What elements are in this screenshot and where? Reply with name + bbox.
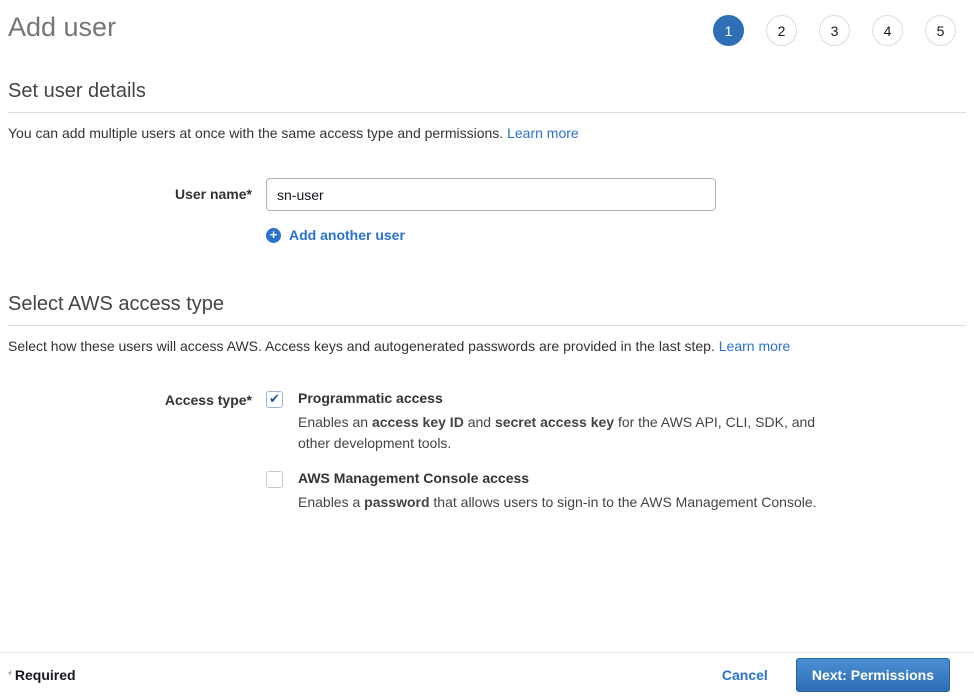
programmatic-access-title: Programmatic access (298, 390, 828, 407)
user-name-label: User name* (8, 178, 252, 211)
step-2-badge: 2 (766, 15, 797, 46)
desc-text: Enables a (298, 494, 364, 510)
learn-more-link-access[interactable]: Learn more (719, 338, 791, 354)
console-access-checkbox[interactable] (266, 471, 283, 488)
access-type-intro: Select how these users will access AWS. … (8, 338, 966, 354)
desc-bold: password (364, 494, 429, 510)
required-asterisk: * (8, 667, 11, 683)
user-name-input[interactable] (266, 178, 716, 211)
option-programmatic-access: Programmatic access Enables an access ke… (266, 390, 966, 454)
desc-text: Enables an (298, 414, 372, 430)
required-note: * Required (8, 667, 76, 683)
console-access-description: Enables a password that allows users to … (298, 492, 817, 513)
step-3-badge: 3 (819, 15, 850, 46)
cancel-button[interactable]: Cancel (722, 667, 768, 683)
desc-bold: secret access key (495, 414, 614, 430)
step-4-badge: 4 (872, 15, 903, 46)
access-type-label: Access type* (8, 390, 252, 513)
set-user-details-section: Set user details You can add multiple us… (8, 80, 966, 243)
programmatic-access-checkbox[interactable] (266, 391, 283, 408)
learn-more-link-users[interactable]: Learn more (507, 125, 579, 141)
user-details-intro-text: You can add multiple users at once with … (8, 125, 503, 141)
desc-text: that allows users to sign-in to the AWS … (430, 494, 817, 510)
access-type-section: Select AWS access type Select how these … (8, 293, 966, 513)
set-user-details-heading: Set user details (8, 80, 966, 113)
add-another-user-label: Add another user (289, 227, 405, 243)
plus-circle-icon (266, 228, 281, 243)
wizard-footer: * Required Cancel Next: Permissions (0, 652, 974, 697)
page-title: Add user (8, 11, 116, 43)
user-details-intro: You can add multiple users at once with … (8, 125, 966, 141)
desc-text: and (464, 414, 495, 430)
step-1-badge: 1 (713, 15, 744, 46)
access-type-heading: Select AWS access type (8, 293, 966, 326)
required-label: Required (15, 667, 76, 683)
console-access-title: AWS Management Console access (298, 470, 817, 487)
next-permissions-button[interactable]: Next: Permissions (796, 658, 950, 692)
option-console-access: AWS Management Console access Enables a … (266, 470, 966, 513)
programmatic-access-description: Enables an access key ID and secret acce… (298, 412, 828, 454)
wizard-step-indicator: 1 2 3 4 5 (713, 11, 956, 46)
desc-bold: access key ID (372, 414, 464, 430)
access-type-intro-text: Select how these users will access AWS. … (8, 338, 715, 354)
page-header: Add user 1 2 3 4 5 (0, 0, 974, 46)
add-another-user-button[interactable]: Add another user (266, 227, 405, 243)
step-5-badge: 5 (925, 15, 956, 46)
